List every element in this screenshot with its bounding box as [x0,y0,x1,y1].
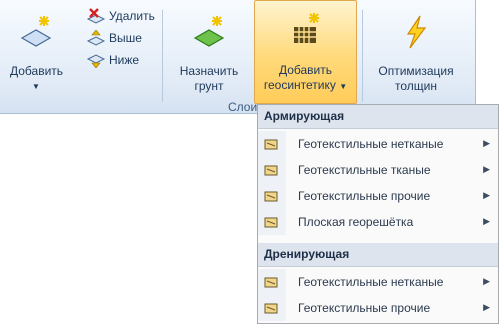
geotextile-icon [264,303,278,314]
add-layer-label: Добавить [10,64,64,78]
menu-item-reinforcing-woven[interactable]: Геотекстильные тканые ▶ [258,157,498,183]
submenu-arrow-icon: ▶ [483,138,490,148]
add-layer-icon [20,16,52,47]
separator [162,10,163,102]
optimize-label-2: толщин [395,79,437,93]
menu-item-reinforcing-other[interactable]: Геотекстильные прочие ▶ [258,183,498,209]
lightning-icon [406,15,427,49]
move-up-button[interactable]: Выше [86,29,142,47]
geotextile-icon [264,217,278,228]
menu-item-reinforcing-nonwoven[interactable]: Геотекстильные нетканые ▶ [258,131,498,157]
separator [362,10,363,102]
submenu-arrow-icon: ▶ [483,216,490,226]
menu-section-reinforcing: Армирующая [258,105,498,129]
submenu-arrow-icon: ▶ [483,190,490,200]
menu-item-label: Геотекстильные нетканые [298,275,444,289]
geogrid-icon [293,13,319,43]
add-layer-button[interactable]: Добавить ▼ [10,12,64,94]
delete-icon [86,8,106,24]
add-geosynthetic-label-1: Добавить [278,63,333,77]
optimize-label-1: Оптимизация [378,64,454,78]
add-geosynthetic-button[interactable]: Добавить геосинтетику ▼ [254,0,357,104]
menu-item-label: Плоская георешётка [298,215,414,229]
geosynthetic-dropdown-menu: Армирующая Геотекстильные нетканые ▶ Гео… [257,104,499,324]
menu-item-drainage-other[interactable]: Геотекстильные прочие ▶ [258,295,498,321]
geotextile-icon [264,139,278,150]
menu-item-label: Геотекстильные тканые [298,163,431,177]
move-down-label: Ниже [109,53,140,67]
menu-item-label: Геотекстильные нетканые [298,137,444,151]
submenu-arrow-icon: ▶ [483,164,490,174]
add-geosynthetic-label-2: геосинтетику [263,78,336,92]
assign-soil-label-2: грунт [194,79,224,93]
move-up-icon [86,30,106,46]
assign-soil-button[interactable]: Назначить грунт [170,12,248,94]
geotextile-icon [264,165,278,176]
move-up-label: Выше [109,31,142,45]
menu-section-drainage: Дренирующая [258,243,498,267]
assign-soil-label-1: Назначить [179,64,239,78]
move-down-button[interactable]: Ниже [86,51,139,69]
submenu-arrow-icon: ▶ [483,302,490,312]
menu-item-label: Геотекстильные прочие [298,301,431,315]
optimize-thickness-button[interactable]: Оптимизация толщин [366,12,466,94]
delete-label: Удалить [109,9,155,23]
menu-item-flat-geogrid[interactable]: Плоская георешётка ▶ [258,209,498,235]
dropdown-arrow-icon: ▼ [339,82,348,91]
ribbon: Добавить ▼ Удалить Выше Ниже Назначить г… [0,0,476,114]
assign-soil-icon [193,16,225,47]
menu-item-label: Геотекстильные прочие [298,189,431,203]
delete-layer-button[interactable]: Удалить [86,7,155,25]
group-label-layers: Слои [228,100,258,114]
geotextile-icon [264,191,278,202]
move-down-icon [86,54,106,68]
submenu-arrow-icon: ▶ [483,276,490,286]
geotextile-icon [264,277,278,288]
menu-item-drainage-nonwoven[interactable]: Геотекстильные нетканые ▶ [258,269,498,295]
dropdown-arrow-icon: ▼ [32,82,40,91]
